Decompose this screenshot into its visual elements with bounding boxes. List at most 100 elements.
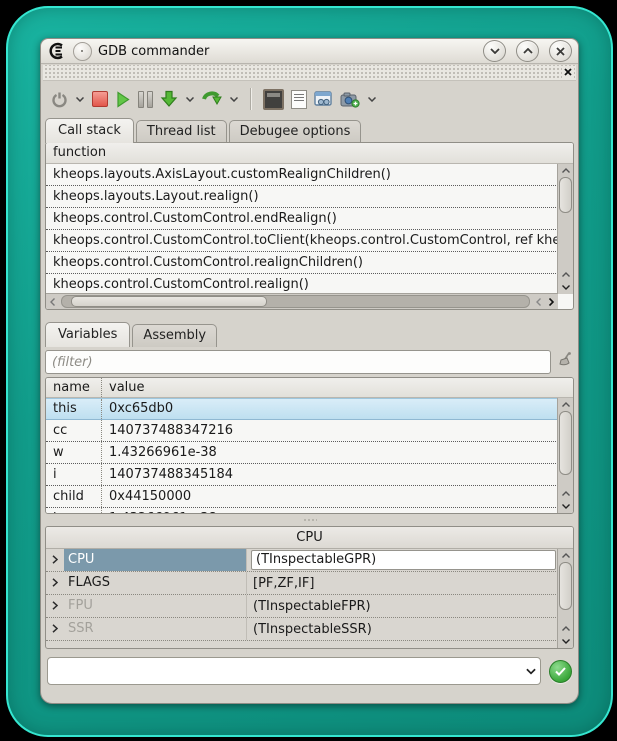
register-value: (TInspectableSSR) [247,622,558,637]
tab-assembly[interactable]: Assembly [132,324,217,347]
tab-variables[interactable]: Variables [45,322,130,347]
call-stack-row[interactable]: kheops.layouts.Layout.realign() [46,186,558,208]
pause-button[interactable] [138,87,153,111]
call-stack-row[interactable]: kheops.control.CustomControl.toClient(kh… [46,230,558,252]
step-into-button[interactable] [160,87,178,111]
register-group-name: CPU [64,549,247,571]
scroll-down-icon[interactable] [559,281,572,294]
combo-dropdown-icon[interactable] [526,668,536,675]
column-header-value[interactable]: value [102,378,573,397]
scrollbar-thumb[interactable] [71,296,267,307]
run-button[interactable] [115,87,131,111]
call-stack-row[interactable]: kheops.layouts.AxisLayout.customRealignC… [46,164,558,186]
variable-row[interactable]: w 1.43266961e-38 [46,442,558,464]
expand-arrow-icon[interactable] [46,599,64,614]
cpu-vertical-scrollbar[interactable] [557,549,573,648]
cpu-panel-title: CPU [46,527,573,549]
cpu-register-row[interactable]: FLAGS [PF,ZF,IF] [46,572,558,595]
variables-header-row: name value [46,378,573,398]
send-command-button[interactable] [549,660,572,683]
cpu-view-button[interactable] [263,87,284,111]
snapshot-button[interactable] [340,87,360,111]
expand-arrow-icon[interactable] [46,622,64,637]
broom-icon [556,351,574,369]
scrollbar-thumb[interactable] [559,177,572,213]
scroll-left-icon[interactable] [46,295,59,308]
stop-icon [92,91,108,107]
scrollbar-thumb[interactable] [559,562,572,610]
scroll-left-icon[interactable] [532,295,545,308]
scroll-up-icon[interactable] [559,164,572,177]
variable-row[interactable]: child 0x44150000 [46,486,558,508]
expand-arrow-icon[interactable] [46,576,64,591]
tab-thread-list[interactable]: Thread list [136,120,227,143]
clear-filter-button[interactable] [556,351,574,373]
scroll-up-icon[interactable] [559,268,572,281]
variable-name: child [46,486,102,507]
scroll-right-icon[interactable] [545,295,558,308]
variable-name: cc [46,420,102,441]
gdb-commander-window: GDB commander [40,38,579,704]
power-dropdown-icon[interactable] [75,97,85,102]
variable-row[interactable]: h 1.43266961e-38 [46,508,558,513]
output-list-button[interactable] [291,87,307,111]
step-over-dropdown-icon[interactable] [229,97,239,102]
maximize-button[interactable] [516,40,539,62]
watch-button[interactable] [314,87,333,111]
scroll-up-icon[interactable] [559,622,572,635]
middle-tab-bar: Variables Assembly [41,321,578,346]
register-group-name: FLAGS [64,572,247,594]
window-menu-button[interactable] [73,42,92,61]
cpu-register-row[interactable]: CPU (TInspectableGPR) [46,549,558,572]
scroll-down-icon[interactable] [559,635,572,648]
step-into-dropdown-icon[interactable] [185,97,195,102]
power-button[interactable] [51,87,68,111]
call-stack-vertical-scrollbar[interactable] [557,164,573,294]
tab-debugee-options[interactable]: Debugee options [229,120,362,143]
scroll-up-icon[interactable] [559,487,572,500]
variables-panel: name value this 0xc65db0 cc 140737488347… [45,377,574,514]
column-header-name[interactable]: name [46,378,102,397]
variable-value: 0x44150000 [102,486,558,507]
dock-close-icon[interactable] [562,66,574,78]
scroll-up-icon[interactable] [559,398,572,411]
call-stack-row[interactable]: kheops.control.CustomControl.endRealign(… [46,208,558,230]
cpu-register-row[interactable]: FPU (TInspectableFPR) [46,595,558,618]
variable-row[interactable]: i 140737488345184 [46,464,558,486]
variable-value: 0xc65db0 [102,399,558,419]
scrollbar-thumb[interactable] [559,411,572,475]
scroll-up-icon[interactable] [559,549,572,562]
cpu-register-row[interactable]: SSR (TInspectableSSR) [46,618,558,641]
close-button[interactable] [549,40,572,62]
call-stack-horizontal-scrollbar[interactable] [46,293,558,309]
tab-call-stack[interactable]: Call stack [45,118,134,143]
gdb-command-combobox[interactable] [47,657,541,685]
toolbar-separator [250,88,252,110]
call-stack-row[interactable]: kheops.control.CustomControl.realignChil… [46,252,558,274]
variables-vertical-scrollbar[interactable] [557,398,573,513]
register-group-name: FPU [64,595,247,617]
variable-row[interactable]: cc 140737488347216 [46,420,558,442]
cpu-chip-icon [263,89,284,110]
expand-arrow-icon[interactable] [46,553,64,568]
scrollbar-track[interactable] [61,295,530,308]
cpu-inspector-panel: CPU CPU (TInspectableGPR) FLAGS [PF,ZF,I… [45,526,574,649]
shade-button[interactable] [483,40,506,62]
variable-row[interactable]: this 0xc65db0 [46,398,558,420]
variables-list: this 0xc65db0 cc 140737488347216 w 1.432… [46,398,558,513]
scroll-down-icon[interactable] [559,500,572,513]
call-stack-panel: function kheops.layouts.AxisLayout.custo… [45,142,574,310]
titlebar[interactable]: GDB commander [41,39,578,64]
dock-drag-handle[interactable] [43,65,576,81]
register-value-editor[interactable]: (TInspectableGPR) [251,550,556,570]
step-over-button[interactable] [202,87,222,111]
snapshot-dropdown-icon[interactable] [367,97,377,102]
call-stack-row[interactable]: kheops.control.CustomControl.realign() [46,274,558,294]
filter-input[interactable] [45,350,551,374]
gdb-command-input[interactable] [56,663,522,680]
filter-row [45,350,574,374]
document-list-icon [291,90,307,109]
call-stack-column-header[interactable]: function [46,143,573,164]
stop-button[interactable] [92,87,108,111]
panel-splitter[interactable] [41,514,578,526]
